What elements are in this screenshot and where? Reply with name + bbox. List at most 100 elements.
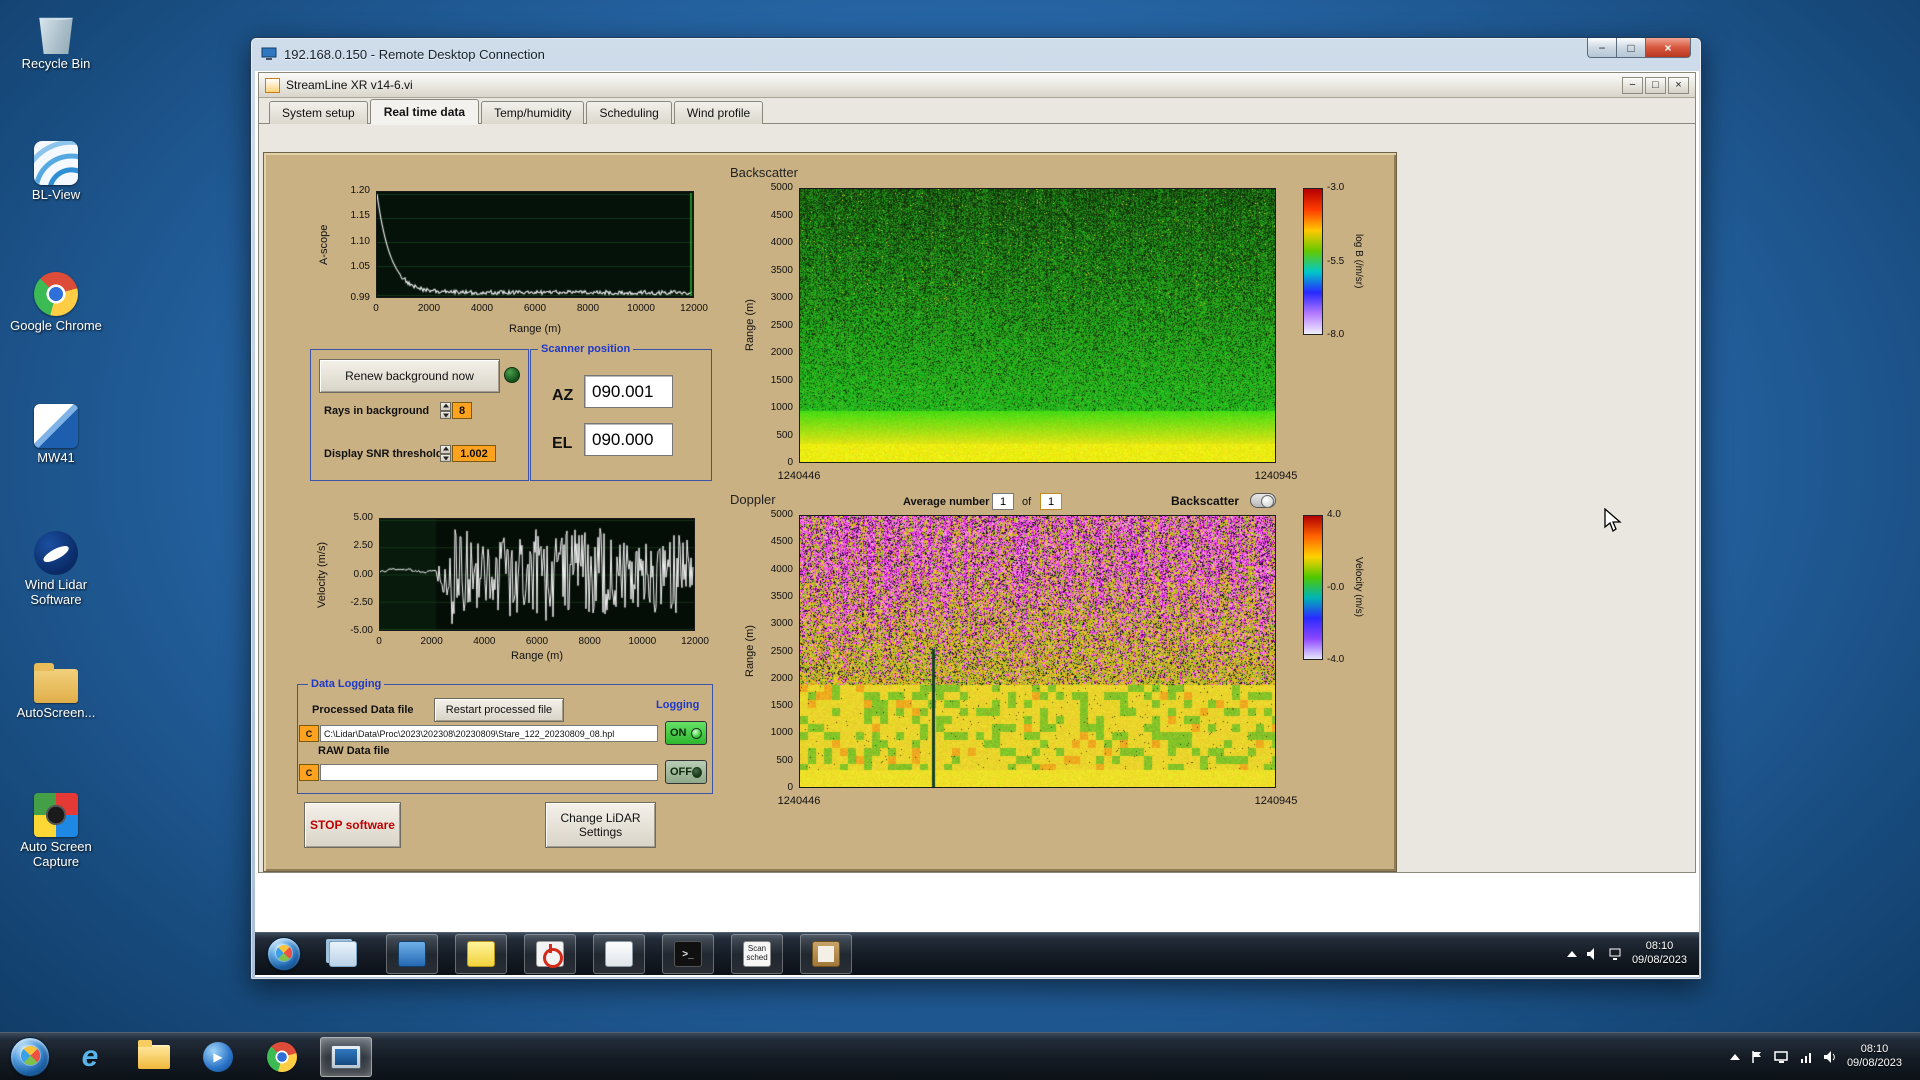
minimize-button[interactable]: − <box>1587 38 1617 58</box>
rays-value[interactable]: 8 <box>452 402 472 419</box>
taskbar-media-player[interactable]: ▶ <box>192 1037 244 1077</box>
processed-drive-selector[interactable]: C <box>299 725 319 742</box>
desktop-icon-wind-lidar-software[interactable]: Wind Lidar Software <box>8 531 104 608</box>
velocity-plot[interactable] <box>379 518 695 631</box>
el-value[interactable]: 090.000 <box>584 423 673 456</box>
remote-taskbar-dual-window[interactable] <box>317 934 369 974</box>
sticky-notes-icon <box>467 941 495 967</box>
rdp-titlebar[interactable]: 192.168.0.150 - Remote Desktop Connectio… <box>251 38 1701 70</box>
desktop-icon-google-chrome[interactable]: Google Chrome <box>8 272 104 334</box>
axis-tick: -2.50 <box>350 596 373 608</box>
axis-tick: 500 <box>776 754 793 766</box>
backscatter-plot[interactable] <box>799 188 1276 463</box>
remote-desktop-screen: StreamLine XR v14-6.vi − □ × System setu… <box>255 71 1699 977</box>
desktop-icon-bl-view[interactable]: BL-View <box>8 141 104 203</box>
renew-background-button[interactable]: Renew background now <box>319 359 500 393</box>
raw-data-file-label: RAW Data file <box>318 745 390 757</box>
display-icon[interactable] <box>1774 1050 1789 1064</box>
autoscreen-folder-icon <box>34 663 78 703</box>
remote-clock[interactable]: 08:10 09/08/2023 <box>1632 940 1687 968</box>
tab-real-time-data[interactable]: Real time data <box>369 99 480 124</box>
raw-drive-selector[interactable]: C <box>299 764 319 781</box>
change-lidar-settings-button[interactable]: Change LiDAR Settings <box>545 802 656 848</box>
app-titlebar[interactable]: StreamLine XR v14-6.vi − □ × <box>259 73 1695 98</box>
velocity-canvas <box>380 519 694 630</box>
axis-tick: 1000 <box>770 727 793 739</box>
close-button[interactable]: × <box>1645 38 1691 58</box>
stop-software-button[interactable]: STOP software <box>304 802 401 848</box>
remote-volume-icon[interactable] <box>1586 947 1600 961</box>
remote-taskbar-power-app[interactable] <box>524 934 576 974</box>
taskbar-internet-explorer[interactable]: e <box>64 1037 116 1077</box>
tab-scheduling[interactable]: Scheduling <box>586 101 672 124</box>
remote-clock-date: 09/08/2023 <box>1631 954 1687 966</box>
remote-network-icon[interactable] <box>1609 947 1623 961</box>
remote-taskbar-sticky-notes[interactable] <box>455 934 507 974</box>
power-app-icon <box>536 941 564 969</box>
app-maximize-button[interactable]: □ <box>1645 76 1666 94</box>
tab-temp-humidity[interactable]: Temp/humidity <box>481 101 585 124</box>
raw-path-field[interactable] <box>320 764 658 781</box>
average-number-value[interactable]: 1 <box>992 493 1014 510</box>
snr-value[interactable]: 1.002 <box>452 445 496 462</box>
system-clock[interactable]: 08:10 09/08/2023 <box>1847 1043 1902 1071</box>
ascope-plot[interactable] <box>376 191 694 298</box>
snr-spinner[interactable] <box>440 445 451 462</box>
processed-data-file-label: Processed Data file <box>312 704 414 716</box>
volume-icon[interactable] <box>1823 1050 1837 1064</box>
axis-tick: 3000 <box>770 618 793 630</box>
axis-tick: 8000 <box>578 636 601 647</box>
processed-logging-toggle[interactable]: ON <box>665 721 707 745</box>
bl-view-icon <box>34 141 78 185</box>
rays-in-background-label: Rays in background <box>324 405 430 417</box>
rdp-window: 192.168.0.150 - Remote Desktop Connectio… <box>250 37 1702 980</box>
remote-taskbar-blue-app[interactable] <box>386 934 438 974</box>
remote-taskbar-command-prompt[interactable]: >_ <box>662 934 714 974</box>
maximize-button[interactable]: □ <box>1616 38 1646 58</box>
action-center-flag-icon[interactable] <box>1750 1050 1764 1064</box>
network-icon[interactable] <box>1799 1050 1813 1064</box>
remote-taskbar-scan-scheduler[interactable]: Scan sched <box>731 934 783 974</box>
desktop-icon-auto-screen-capture[interactable]: Auto Screen Capture <box>8 793 104 870</box>
remote-clock-time: 08:10 <box>1645 940 1674 953</box>
axis-tick: 5000 <box>770 182 793 193</box>
mouse-cursor <box>1604 508 1622 532</box>
rays-spinner[interactable] <box>440 402 451 419</box>
remote-taskbar-white-app[interactable] <box>593 934 645 974</box>
app-minimize-button[interactable]: − <box>1622 76 1643 94</box>
ascope-y-axis-label: A-scope <box>318 224 330 265</box>
taskbar-windows-explorer[interactable] <box>128 1037 180 1077</box>
background-led <box>504 367 520 383</box>
tab-wind-profile[interactable]: Wind profile <box>673 101 764 124</box>
taskbar-remote-desktop[interactable] <box>320 1036 372 1077</box>
raw-logging-toggle[interactable]: OFF <box>665 760 707 784</box>
backscatter-heatmap-canvas <box>800 189 1275 462</box>
desktop-icon-mw41[interactable]: MW41 <box>8 404 104 466</box>
start-button[interactable] <box>10 1036 50 1077</box>
desktop-icon-autoscreen-folder[interactable]: AutoScreen... <box>8 661 104 721</box>
hidden-icons-button[interactable] <box>1729 1053 1740 1060</box>
axis-tick: 5.00 <box>353 512 373 523</box>
taskbar-google-chrome[interactable] <box>256 1037 308 1077</box>
doppler-plot[interactable] <box>799 515 1276 788</box>
desktop-icon-label: Wind Lidar Software <box>24 577 88 607</box>
axis-tick: 0.99 <box>350 292 370 303</box>
tab-system-setup[interactable]: System setup <box>269 101 368 124</box>
remote-start-button[interactable] <box>267 937 301 971</box>
app-close-button[interactable]: × <box>1668 76 1689 94</box>
axis-tick: 4500 <box>770 536 793 548</box>
processed-path-field[interactable]: C:\Lidar\Data\Proc\2023\202308\20230809\… <box>320 725 658 742</box>
desktop-icon-label: BL-View <box>31 187 81 202</box>
desktop-icon-recycle-bin[interactable]: Recycle Bin <box>8 10 104 72</box>
backscatter-display-toggle[interactable] <box>1250 493 1276 508</box>
clipboard-app-icon <box>812 941 840 967</box>
restart-processed-file-button[interactable]: Restart processed file <box>434 698 564 722</box>
remote-hidden-icons-button[interactable] <box>1566 951 1577 957</box>
axis-tick: 1240945 <box>1254 470 1298 482</box>
remote-taskbar-clipboard-app[interactable] <box>800 934 852 974</box>
white-app-icon <box>605 941 633 967</box>
backscatter-colorbar <box>1303 188 1323 335</box>
remote-desktop-icon <box>331 1044 361 1069</box>
az-value[interactable]: 090.001 <box>584 375 673 408</box>
average-total-value[interactable]: 1 <box>1040 493 1062 510</box>
